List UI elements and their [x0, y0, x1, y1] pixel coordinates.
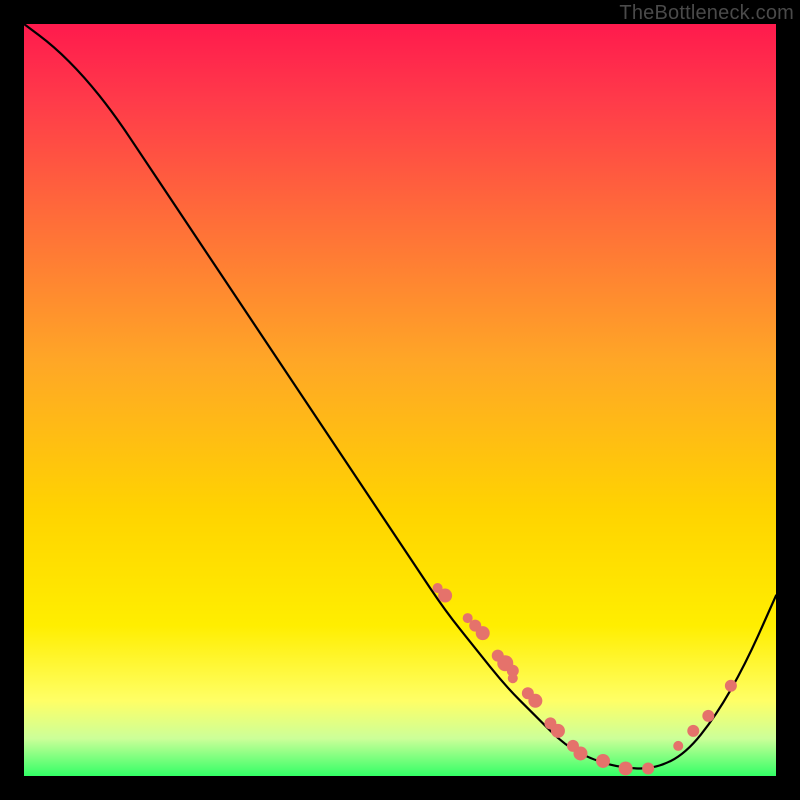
scatter-dot — [596, 754, 610, 768]
scatter-dot — [673, 741, 683, 751]
scatter-dot — [687, 725, 699, 737]
scatter-dot — [573, 746, 587, 760]
scatter-dot — [551, 724, 565, 738]
scatter-dot — [702, 710, 714, 722]
scatter-dot — [619, 761, 633, 775]
scatter-dot — [476, 626, 490, 640]
chart-svg — [24, 24, 776, 776]
plot-area — [24, 24, 776, 776]
bottleneck-curve — [24, 24, 776, 768]
scatter-dot — [438, 589, 452, 603]
scatter-dot — [642, 762, 654, 774]
scatter-dot — [528, 694, 542, 708]
watermark-text: TheBottleneck.com — [619, 2, 794, 25]
scatter-dot — [725, 680, 737, 692]
scatter-dot — [508, 673, 518, 683]
